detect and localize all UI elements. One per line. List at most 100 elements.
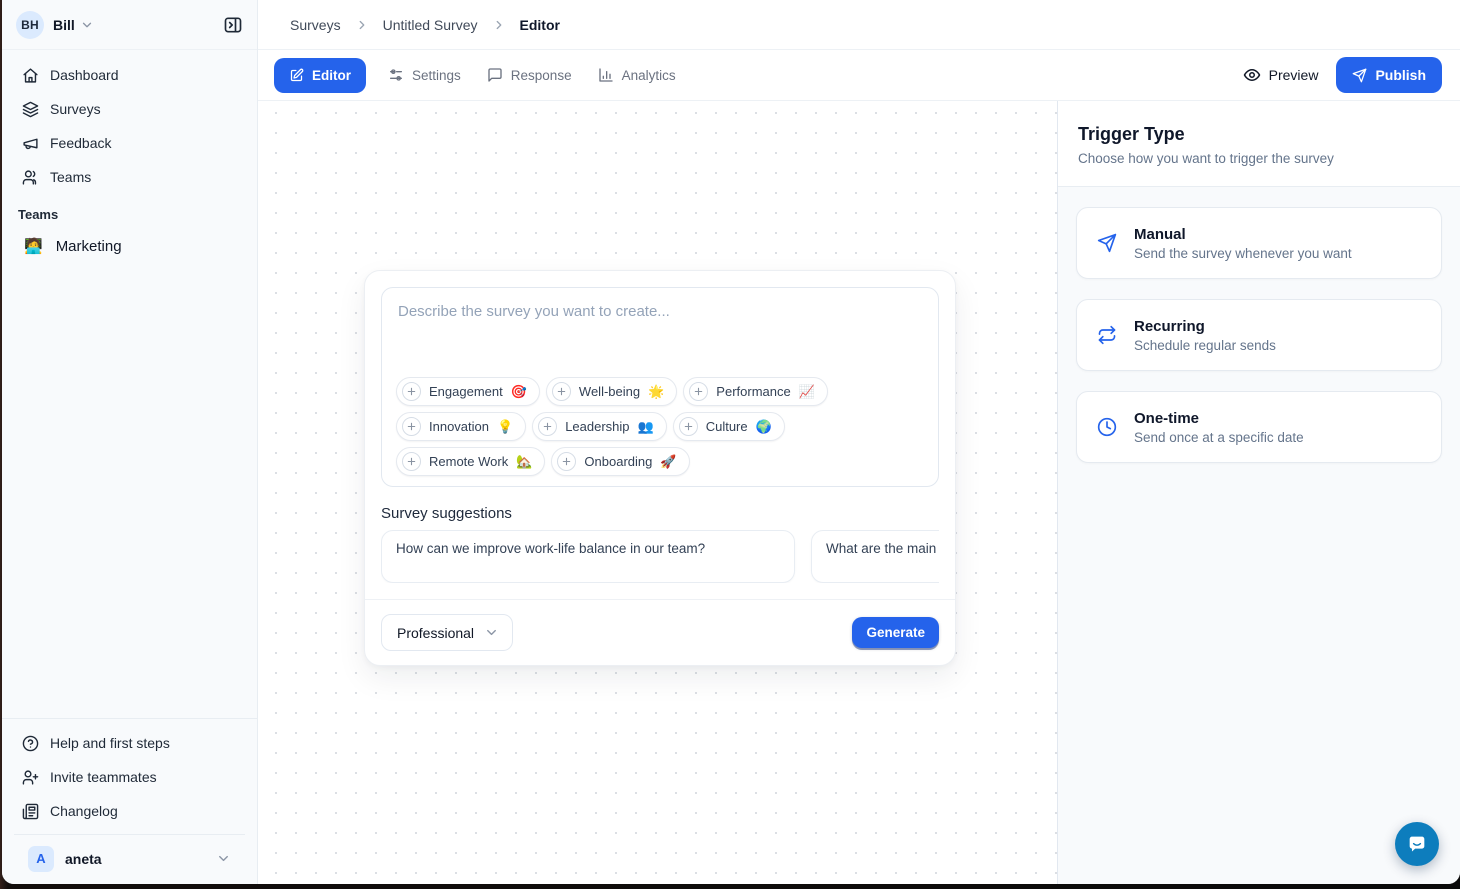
chip-label: Innovation — [429, 419, 489, 434]
suggestions-title: Survey suggestions — [381, 505, 939, 522]
chevron-down-icon[interactable] — [80, 18, 94, 32]
trigger-panel-header: Trigger Type Choose how you want to trig… — [1058, 101, 1460, 187]
user-name: aneta — [65, 851, 102, 867]
sidebar-item-changelog[interactable]: Changelog — [14, 794, 245, 828]
technologist-emoji-icon: 🧑‍💻 — [24, 237, 43, 255]
topic-chip-performance[interactable]: Performance 📈 — [683, 377, 828, 406]
trigger-panel-body: Manual Send the survey whenever you want… — [1058, 187, 1460, 503]
panel-subtitle: Choose how you want to trigger the surve… — [1078, 151, 1440, 166]
publish-label: Publish — [1375, 67, 1426, 83]
sidebar-spacer — [2, 263, 257, 718]
topic-chips: Engagement 🎯 Well-being 🌟 Performance 📈 — [396, 377, 924, 476]
chip-label: Leadership — [565, 419, 629, 434]
tone-select[interactable]: Professional — [381, 614, 513, 651]
sidebar-item-label: Dashboard — [50, 67, 119, 83]
plus-circle-icon — [557, 452, 576, 471]
sidebar-item-invite[interactable]: Invite teammates — [14, 760, 245, 794]
workspace-name[interactable]: Bill — [53, 17, 75, 33]
megaphone-icon — [22, 135, 39, 152]
suggestion-card[interactable]: What are the main obstacles to productiv… — [811, 530, 939, 583]
sidebar-item-help[interactable]: Help and first steps — [14, 726, 245, 760]
home-icon — [22, 67, 39, 84]
tone-value: Professional — [397, 625, 474, 641]
trigger-option-title: Manual — [1134, 226, 1352, 243]
chat-launcher-button[interactable] — [1395, 822, 1439, 866]
editor-canvas[interactable]: Describe the survey you want to create..… — [258, 101, 1058, 884]
app-window: BH Bill Dashboard Surveys — [2, 0, 1460, 884]
send-icon — [1352, 68, 1367, 83]
repeat-icon — [1097, 325, 1117, 345]
sidebar-item-label: Surveys — [50, 101, 101, 117]
sidebar-item-dashboard[interactable]: Dashboard — [14, 58, 245, 92]
prompt-placeholder: Describe the survey you want to create..… — [398, 303, 922, 320]
plus-circle-icon — [402, 382, 421, 401]
topic-chip-well-being[interactable]: Well-being 🌟 — [546, 377, 677, 406]
chip-label: Remote Work — [429, 454, 508, 469]
user-menu[interactable]: A aneta — [20, 835, 239, 882]
target-emoji-icon: 🎯 — [511, 384, 527, 400]
tab-settings[interactable]: Settings — [388, 67, 461, 83]
sidebar-item-teams[interactable]: Teams — [14, 160, 245, 194]
chat-bubble-icon — [1406, 833, 1428, 855]
sliders-icon — [388, 67, 404, 83]
trigger-option-manual[interactable]: Manual Send the survey whenever you want — [1076, 207, 1442, 279]
generate-button[interactable]: Generate — [852, 617, 939, 648]
preview-button[interactable]: Preview — [1243, 66, 1319, 84]
tab-response[interactable]: Response — [487, 67, 572, 83]
tab-editor[interactable]: Editor — [274, 58, 366, 93]
trigger-option-title: Recurring — [1134, 318, 1276, 335]
trigger-type-panel: Trigger Type Choose how you want to trig… — [1058, 101, 1460, 884]
house-emoji-icon: 🏡 — [516, 454, 532, 470]
sidebar-item-label: Help and first steps — [50, 735, 170, 751]
chip-label: Engagement — [429, 384, 503, 399]
chevron-down-icon — [484, 625, 499, 640]
chip-label: Well-being — [579, 384, 640, 399]
trigger-option-description: Send the survey whenever you want — [1134, 246, 1352, 261]
bulb-emoji-icon: 💡 — [497, 419, 513, 435]
chip-label: Onboarding — [584, 454, 652, 469]
sidebar-item-surveys[interactable]: Surveys — [14, 92, 245, 126]
trigger-option-text: One-time Send once at a specific date — [1134, 410, 1304, 445]
suggestion-card[interactable]: How can we improve work-life balance in … — [381, 530, 795, 583]
topic-chip-engagement[interactable]: Engagement 🎯 — [396, 377, 540, 406]
sidebar: BH Bill Dashboard Surveys — [2, 0, 258, 884]
user-plus-icon — [22, 769, 39, 786]
tab-label: Analytics — [622, 68, 676, 83]
chip-label: Performance — [716, 384, 790, 399]
plus-circle-icon — [402, 417, 421, 436]
sidebar-item-label: Teams — [50, 169, 91, 185]
survey-prompt-input[interactable]: Describe the survey you want to create..… — [381, 287, 939, 487]
trigger-option-recurring[interactable]: Recurring Schedule regular sends — [1076, 299, 1442, 371]
rocket-emoji-icon: 🚀 — [660, 454, 676, 470]
plus-circle-icon — [402, 452, 421, 471]
help-circle-icon — [22, 735, 39, 752]
trigger-option-description: Schedule regular sends — [1134, 338, 1276, 353]
tab-label: Response — [511, 68, 572, 83]
survey-generator-card: Describe the survey you want to create..… — [364, 270, 956, 666]
busts-emoji-icon: 👥 — [638, 419, 654, 435]
topic-chip-remote-work[interactable]: Remote Work 🏡 — [396, 447, 545, 476]
workspace-avatar: BH — [16, 11, 44, 39]
topic-chip-innovation[interactable]: Innovation 💡 — [396, 412, 526, 441]
topic-chip-onboarding[interactable]: Onboarding 🚀 — [551, 447, 689, 476]
sidebar-nav: Dashboard Surveys Feedback Teams — [2, 50, 257, 194]
toolbar-actions: Preview Publish — [1243, 57, 1442, 93]
breadcrumb-surveys[interactable]: Surveys — [290, 17, 341, 33]
trigger-option-one-time[interactable]: One-time Send once at a specific date — [1076, 391, 1442, 463]
panel-title: Trigger Type — [1078, 124, 1440, 145]
tab-label: Editor — [312, 68, 351, 83]
tab-analytics[interactable]: Analytics — [598, 67, 676, 83]
sidebar-item-feedback[interactable]: Feedback — [14, 126, 245, 160]
globe-emoji-icon: 🌍 — [756, 419, 772, 435]
team-label: Marketing — [56, 238, 122, 255]
topic-chip-culture[interactable]: Culture 🌍 — [673, 412, 785, 441]
tab-label: Settings — [412, 68, 461, 83]
topic-chip-leadership[interactable]: Leadership 👥 — [532, 412, 667, 441]
star-emoji-icon: 🌟 — [648, 384, 664, 400]
editor-toolbar: Editor Settings Response Analytics — [258, 50, 1460, 101]
teams-section-label: Teams — [18, 207, 253, 222]
breadcrumb-untitled-survey[interactable]: Untitled Survey — [383, 17, 478, 33]
collapse-sidebar-icon[interactable] — [223, 15, 243, 35]
publish-button[interactable]: Publish — [1336, 57, 1442, 93]
sidebar-item-marketing[interactable]: 🧑‍💻 Marketing — [14, 229, 245, 263]
